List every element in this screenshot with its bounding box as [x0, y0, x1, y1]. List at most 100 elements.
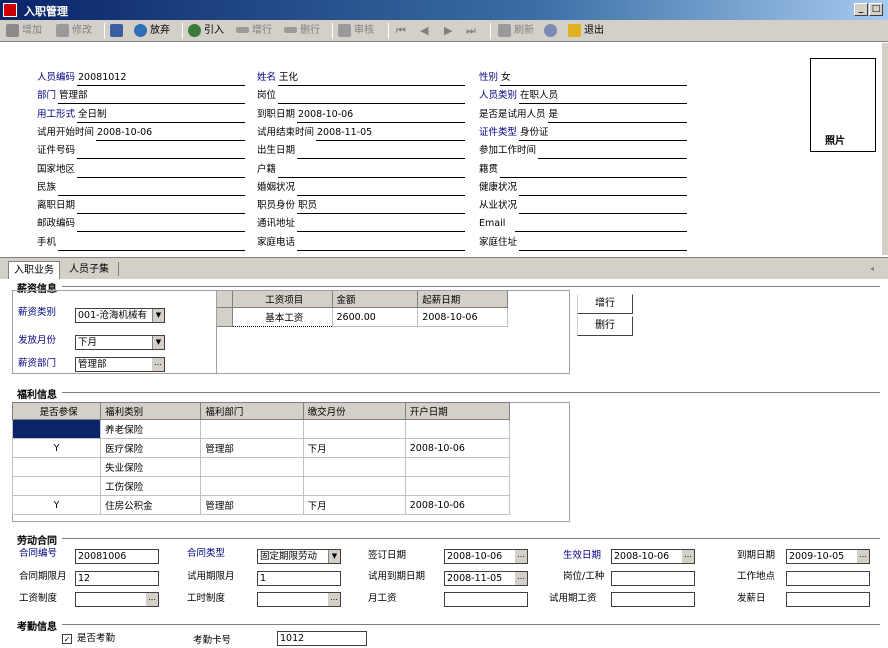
header-field[interactable]: 家庭电话 — [257, 236, 298, 250]
field-value[interactable]: 2008-11-05 — [317, 127, 372, 138]
header-field[interactable]: 到职日期 2008-10-06 — [257, 108, 353, 122]
ellipsis-icon[interactable]: ... — [857, 550, 869, 563]
table-cell[interactable]: 工伤保险 — [100, 476, 202, 496]
column-header[interactable]: 金额 — [331, 290, 419, 308]
ellipsis-icon[interactable]: ... — [682, 550, 694, 563]
field-value[interactable]: 2008-10-06 — [97, 127, 152, 138]
post-input[interactable] — [611, 571, 695, 586]
header-field[interactable]: 家庭住址 — [479, 236, 520, 250]
field-value[interactable]: 2008-10-06 — [298, 109, 353, 120]
trial-wage-input[interactable] — [611, 592, 695, 607]
header-field[interactable]: 从业状况 — [479, 199, 520, 213]
header-field[interactable]: 试用开始时间 2008-10-06 — [37, 126, 152, 140]
column-header[interactable]: 起薪日期 — [417, 290, 508, 308]
table-cell[interactable]: Y — [11, 438, 102, 458]
header-field[interactable]: 是否是试用人员是 — [479, 108, 558, 122]
attendance-checkbox[interactable]: ✓ — [62, 634, 72, 644]
table-row[interactable]: 失业保险 — [11, 457, 511, 477]
refresh-button[interactable]: 刷新 — [498, 23, 534, 39]
header-field[interactable]: 邮政编码 — [37, 217, 78, 231]
edit-button[interactable]: 修改 — [56, 23, 92, 39]
table-cell[interactable]: 养老保险 — [100, 419, 202, 439]
header-field[interactable]: 岗位 — [257, 89, 279, 103]
column-header[interactable]: 福利类别 — [100, 402, 202, 420]
field-value[interactable]: 在职人员 — [520, 90, 558, 101]
table-cell[interactable]: 基本工资 — [231, 307, 333, 327]
audit-button[interactable]: 审核 — [338, 23, 374, 39]
header-field[interactable]: 户籍 — [257, 163, 279, 177]
help-button[interactable] — [544, 23, 560, 39]
save-button[interactable] — [110, 23, 126, 39]
trial-term-input[interactable]: 1 — [257, 571, 341, 586]
undo-button[interactable]: 放弃 — [134, 23, 170, 39]
header-field[interactable]: 试用结束时间 2008-11-05 — [257, 126, 372, 140]
table-cell[interactable] — [404, 457, 511, 477]
header-field[interactable]: 证件号码 — [37, 144, 78, 158]
ellipsis-icon[interactable]: ... — [515, 572, 527, 585]
photo-frame[interactable]: 照片 — [810, 58, 876, 152]
header-field[interactable]: 性别女 — [479, 71, 511, 85]
table-cell[interactable] — [404, 419, 511, 439]
minimize-button[interactable]: _ — [854, 3, 868, 16]
vertical-scrollbar[interactable] — [882, 43, 888, 255]
monthly-wage-input[interactable] — [444, 592, 528, 607]
salary-dept-input[interactable]: 管理部... — [75, 357, 165, 372]
chevron-down-icon[interactable]: ▼ — [152, 336, 164, 349]
header-field[interactable]: 人员类别 在职人员 — [479, 89, 558, 103]
table-cell[interactable]: 住房公积金 — [100, 495, 202, 515]
add-row-button[interactable]: 增行 — [236, 23, 272, 39]
chevron-down-icon[interactable]: ▼ — [152, 309, 164, 322]
header-field[interactable]: 离职日期 — [37, 199, 78, 213]
add-row-button[interactable]: 增行 — [577, 294, 633, 314]
table-row[interactable]: 工伤保险 — [11, 476, 511, 496]
header-field[interactable]: 婚姻状况 — [257, 181, 298, 195]
header-field[interactable]: 健康状况 — [479, 181, 520, 195]
header-field[interactable]: 部门 管理部 — [37, 89, 88, 103]
header-field[interactable]: 职员身份 职员 — [257, 199, 317, 213]
header-field[interactable]: 人员编码 20081012 — [37, 71, 126, 85]
ellipsis-icon[interactable]: ... — [152, 358, 164, 371]
field-value[interactable]: 王化 — [279, 72, 298, 83]
maximize-button[interactable]: □ — [869, 3, 883, 16]
tab-personnel-subset[interactable]: 人员子集 — [64, 261, 114, 279]
tab-onboarding-business[interactable]: 入职业务 — [8, 261, 60, 279]
last-record-icon[interactable]: ⏭ — [466, 23, 476, 39]
ellipsis-icon[interactable]: ... — [328, 593, 340, 606]
field-value[interactable]: 女 — [501, 72, 511, 83]
previous-record-icon[interactable]: ◀ — [420, 23, 428, 39]
first-record-icon[interactable]: ⏮ — [396, 23, 406, 39]
chevron-down-icon[interactable]: ▼ — [328, 550, 340, 563]
field-value[interactable]: 全日制 — [78, 109, 107, 120]
expiry-date-input[interactable]: 2009-10-05... — [786, 549, 870, 564]
table-cell[interactable] — [302, 419, 406, 439]
table-cell[interactable] — [302, 457, 406, 477]
column-header[interactable]: 工资项目 — [231, 290, 333, 308]
header-field[interactable]: Email — [479, 217, 508, 231]
pay-month-select[interactable]: 下月 ▼ — [75, 335, 165, 350]
contract-term-input[interactable]: 12 — [75, 571, 159, 586]
table-cell[interactable]: 2008-10-06 — [417, 307, 508, 327]
exit-button[interactable]: 退出 — [568, 23, 604, 39]
delete-row-button[interactable]: 删行 — [284, 23, 320, 39]
delete-row-button[interactable]: 删行 — [577, 316, 633, 336]
table-row[interactable]: Y 住房公积金 管理部 下月 2008-10-06 — [11, 495, 511, 515]
header-field[interactable]: 参加工作时间 — [479, 144, 539, 158]
header-field[interactable]: 出生日期 — [257, 144, 298, 158]
field-value[interactable]: 职员 — [298, 200, 317, 211]
trial-expiry-input[interactable]: 2008-11-05... — [444, 571, 528, 586]
table-cell[interactable]: 2008-10-06 — [404, 438, 511, 458]
table-cell[interactable]: 2600.00 — [331, 307, 419, 327]
attendance-card-input[interactable]: 1012 — [277, 631, 367, 646]
work-hour-system-input[interactable]: ... — [257, 592, 341, 607]
table-cell[interactable]: 管理部 — [200, 495, 304, 515]
table-cell[interactable]: 下月 — [302, 438, 406, 458]
contract-type-select[interactable]: 固定期限劳动 ▼ — [257, 549, 341, 564]
table-row[interactable]: 养老保险 — [11, 419, 511, 439]
add-button[interactable]: 增加 — [6, 23, 42, 39]
header-field[interactable]: 国家地区 — [37, 163, 78, 177]
ellipsis-icon[interactable]: ... — [515, 550, 527, 563]
field-value[interactable]: 是 — [549, 109, 559, 120]
table-cell[interactable] — [302, 476, 406, 496]
sign-date-input[interactable]: 2008-10-06... — [444, 549, 528, 564]
table-row[interactable]: 基本工资 2600.00 2008-10-06 — [216, 307, 508, 327]
